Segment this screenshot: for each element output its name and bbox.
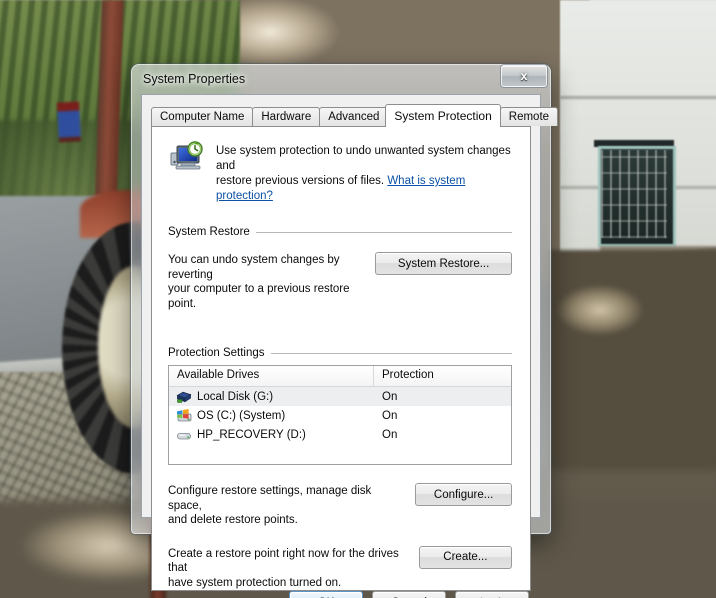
system-restore-desc-line1: You can undo system changes by reverting [168, 254, 340, 281]
protection-settings-group: Protection Settings Available Drives Pro… [168, 347, 512, 590]
table-row[interactable]: HP_RECOVERY (D:) On [169, 425, 511, 444]
ok-button[interactable]: OK [289, 591, 363, 598]
create-description: Create a restore point right now for the… [168, 546, 409, 591]
drive-name-cell: Local Disk (G:) [169, 390, 374, 404]
system-restore-button[interactable]: System Restore... [375, 252, 512, 275]
dialog-client-area: Computer Name Hardware Advanced System P… [141, 94, 559, 598]
recovery-disk-icon [176, 428, 192, 442]
create-button[interactable]: Create... [418, 545, 512, 569]
local-disk-icon [176, 390, 192, 404]
window-title: System Properties [143, 72, 246, 86]
tab-system-protection[interactable]: System Protection [385, 104, 501, 127]
protection-info-text: Use system protection to undo unwanted s… [216, 141, 516, 204]
system-restore-row: You can undo system changes by reverting… [168, 252, 512, 311]
create-desc-line2: have system protection turned on. [168, 576, 342, 589]
tab-computer-name[interactable]: Computer Name [151, 107, 254, 126]
protection-status: On [382, 428, 398, 441]
configure-row: Configure restore settings, manage disk … [168, 483, 512, 528]
close-icon[interactable]: x [501, 65, 547, 87]
protection-status: On [382, 409, 398, 422]
column-header-protection[interactable]: Protection [374, 366, 511, 386]
table-row[interactable]: OS (C:) (System) On [169, 406, 511, 425]
drive-list-empty-space [169, 444, 511, 464]
protection-info-line1: Use system protection to undo unwanted s… [216, 145, 511, 172]
group-divider [255, 231, 512, 233]
system-protection-icon [170, 141, 206, 175]
dialog-footer: OK Cancel Apply [142, 591, 540, 598]
protection-info-line2: restore previous versions of files. [216, 175, 385, 187]
system-properties-window: System Properties x Computer Name Hardwa… [131, 64, 559, 598]
available-drives-list[interactable]: Available Drives Protection Local Disk (… [168, 365, 512, 465]
protection-settings-group-header: Protection Settings [168, 347, 512, 359]
configure-description: Configure restore settings, manage disk … [168, 483, 405, 528]
drive-label: Local Disk (G:) [197, 390, 274, 403]
protection-settings-group-title: Protection Settings [168, 347, 265, 359]
system-restore-group-title: System Restore [168, 226, 250, 238]
create-desc-line1: Create a restore point right now for the… [168, 547, 399, 575]
drive-list-header: Available Drives Protection [169, 366, 511, 387]
table-row[interactable]: Local Disk (G:) On [169, 387, 511, 406]
close-glyph: x [520, 69, 528, 83]
tab-remote[interactable]: Remote [499, 107, 559, 126]
configure-button[interactable]: Configure... [415, 483, 512, 506]
configure-desc-line1: Configure restore settings, manage disk … [168, 485, 372, 512]
os-disk-icon [176, 408, 192, 423]
drive-name-cell: HP_RECOVERY (D:) [169, 428, 374, 442]
drive-name-cell: OS (C:) (System) [169, 408, 374, 423]
tab-strip: Computer Name Hardware Advanced System P… [151, 104, 559, 127]
system-restore-desc-line2: your computer to a previous restore poin… [168, 283, 350, 310]
tab-advanced[interactable]: Advanced [319, 107, 389, 126]
create-row: Create a restore point right now for the… [168, 545, 512, 591]
tab-hardware[interactable]: Hardware [252, 107, 321, 126]
system-protection-tab-page: Use system protection to undo unwanted s… [151, 126, 531, 591]
drive-label: OS (C:) (System) [197, 409, 286, 422]
apply-button[interactable]: Apply [455, 591, 529, 598]
cancel-button[interactable]: Cancel [372, 591, 446, 598]
group-divider [270, 352, 512, 354]
system-restore-description: You can undo system changes by reverting… [168, 252, 365, 311]
system-restore-group: System Restore You can undo system chang… [168, 226, 512, 311]
drive-label: HP_RECOVERY (D:) [197, 428, 306, 441]
protection-info-row: Use system protection to undo unwanted s… [152, 127, 530, 204]
system-restore-group-header: System Restore [168, 226, 512, 238]
configure-desc-line2: and delete restore points. [168, 514, 298, 526]
protection-status: On [382, 390, 398, 403]
column-header-available-drives[interactable]: Available Drives [169, 366, 374, 386]
desktop: System Properties x Computer Name Hardwa… [0, 0, 716, 598]
window-titlebar[interactable]: System Properties x [131, 64, 551, 94]
